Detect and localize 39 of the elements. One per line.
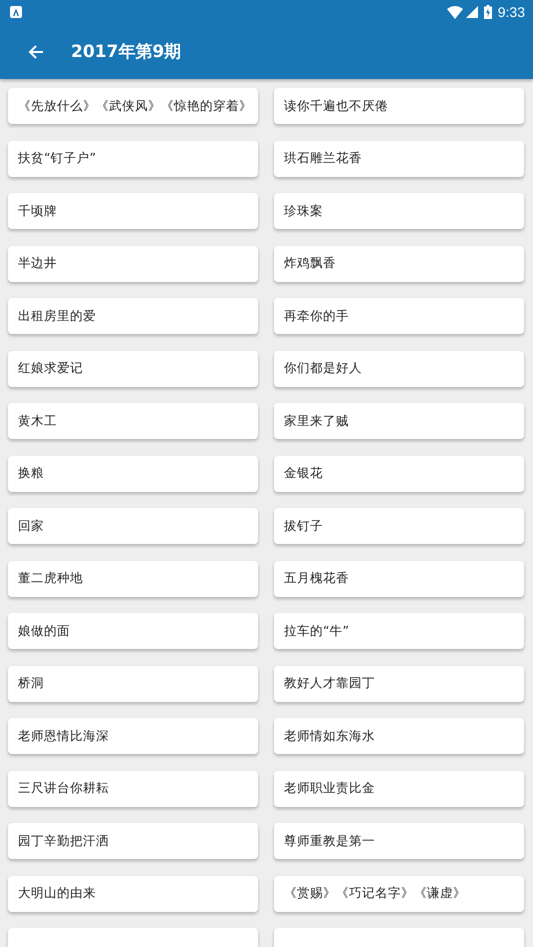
article-card[interactable]: 董二虎种地 [8, 560, 258, 596]
article-card[interactable]: 珙石雕兰花香 [274, 140, 524, 176]
clock-time: 9:33 [498, 4, 525, 20]
article-card[interactable]: 老师职业责比金 [274, 770, 524, 806]
article-card[interactable]: 园丁辛勤把汗洒 [8, 823, 258, 859]
article-card[interactable]: 教好人才靠园丁 [274, 666, 524, 702]
article-card[interactable]: 黄木工 [8, 403, 258, 439]
article-card[interactable]: 五月槐花香 [274, 560, 524, 596]
article-card[interactable]: 大明山的由来 [8, 876, 258, 912]
article-card[interactable]: 你们都是好人 [274, 350, 524, 386]
article-card[interactable]: 出租房里的爱 [8, 298, 258, 334]
article-card[interactable]: 拔钉子 [274, 508, 524, 544]
article-card[interactable]: 《先放什么》《武侠风》《惊艳的穿着》 [8, 88, 258, 124]
article-card[interactable]: 千顷牌 [8, 193, 258, 229]
article-card[interactable]: 拉车的“牛” [274, 613, 524, 649]
article-card[interactable]: 老师恩情比海深 [8, 718, 258, 754]
article-card[interactable]: 三尺讲台你耕耘 [8, 770, 258, 806]
article-card[interactable]: 回家 [8, 508, 258, 544]
article-card[interactable]: 再牵你的手 [274, 298, 524, 334]
article-card[interactable]: 《赏赐》《巧记名字》《谦虚》 [274, 876, 524, 912]
article-card[interactable]: 娘做的面 [8, 613, 258, 649]
page-title: 2017年第9期 [71, 41, 182, 63]
battery-icon [484, 5, 492, 19]
article-card[interactable]: 家里来了贼 [274, 403, 524, 439]
app-notification-icon [10, 6, 22, 18]
article-card[interactable]: 尊师重教是第一 [274, 823, 524, 859]
article-card[interactable]: 桥洞 [8, 666, 258, 702]
article-card[interactable]: 半边井 [8, 246, 258, 282]
article-card[interactable]: 金银花 [274, 456, 524, 492]
article-card[interactable]: 扶贫“钉子户” [8, 140, 258, 176]
back-arrow-icon [28, 44, 44, 60]
article-card[interactable]: 红娘求爱记 [8, 350, 258, 386]
article-card[interactable]: 读你千遍也不厌倦 [274, 88, 524, 124]
article-card[interactable]: 换粮 [8, 456, 258, 492]
article-card[interactable]: 珍珠案 [274, 193, 524, 229]
wifi-icon [446, 6, 463, 18]
signal-icon [466, 6, 478, 18]
article-card[interactable]: 炸鸡飘香 [274, 246, 524, 282]
article-card[interactable]: 老师情如东海水 [274, 718, 524, 754]
